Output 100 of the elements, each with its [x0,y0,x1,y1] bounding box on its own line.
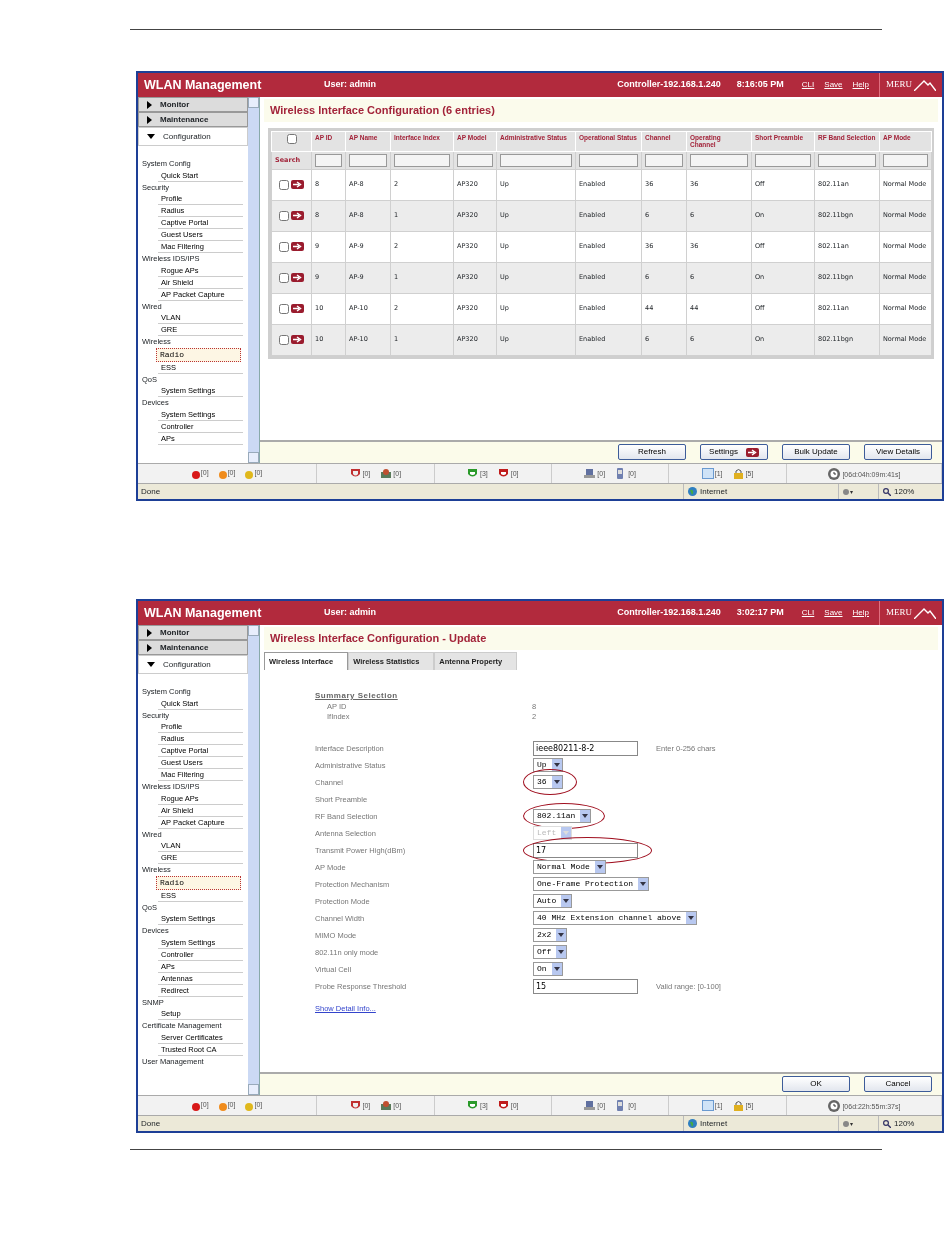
user-label: User: admin [324,606,377,620]
shield-check-icon [466,1100,479,1111]
search-field[interactable] [349,153,387,167]
menu-bar[interactable]: Maintenance [138,640,248,655]
lock-icon [732,468,745,479]
menu-bar[interactable]: Configuration [138,655,248,674]
row-checkbox[interactable] [279,210,289,221]
time-label: 3:02:17 PM [736,606,784,620]
text-field[interactable]: ieee80211-8-2 [533,740,638,756]
dropdown-arrow-icon [563,899,570,904]
row-checkbox[interactable] [279,241,289,252]
row-checkbox[interactable] [279,303,289,314]
zoom-level[interactable]: 120% [894,1117,915,1130]
dropdown-arrow-icon [640,882,646,887]
nav-item[interactable]: Radio [156,347,241,362]
nav-item[interactable]: Radio [156,875,241,890]
shield-icon [349,468,362,479]
search-field[interactable] [755,153,811,167]
search-field[interactable] [645,153,683,167]
logo-text: MERU [886,606,912,620]
globe-icon [688,1119,697,1128]
status-text: Done [140,485,162,498]
status-text: Done [140,1117,162,1130]
action-button[interactable]: View Details [864,444,932,460]
search-field[interactable] [883,153,928,167]
shield-alert-icon [497,468,510,479]
dropdown[interactable]: 2x2 [533,928,568,943]
mountain-icon [914,79,936,91]
page-title: Wireless Interface Configuration (6 entries) [264,99,938,122]
select-all-checkbox[interactable] [286,133,297,144]
dropdown-arrow-icon [553,763,560,768]
search-field[interactable] [500,153,572,167]
action-button[interactable]: Cancel [864,1076,932,1092]
search-field[interactable] [818,153,876,167]
dropdown-arrow-icon [582,814,589,819]
app-title: WLAN Management [143,76,263,94]
row-arrow-button[interactable] [291,335,304,344]
clock-icon [827,1098,842,1113]
header-link[interactable]: Help [852,607,869,619]
globe-icon [688,487,697,496]
row-arrow-button[interactable] [291,304,304,313]
zoom-icon [883,1119,891,1128]
zoom-level[interactable]: 120% [894,485,915,498]
search-field[interactable] [394,153,450,167]
dropdown[interactable]: 40 MHz Extension channel above [533,911,698,926]
action-button[interactable]: Refresh [618,444,686,460]
dropdown[interactable]: One-Frame Protection [533,877,649,892]
arrow-icon [745,447,759,457]
search-field[interactable] [457,153,493,167]
dropdown[interactable]: 36 [533,775,563,790]
dropdown[interactable]: On [533,962,563,977]
row-checkbox[interactable] [279,272,289,283]
search-field[interactable] [315,153,342,167]
dropdown-arrow-icon [558,933,565,938]
header-link[interactable]: Help [852,79,869,91]
dropdown-arrow-icon [553,780,560,785]
row-arrow-button[interactable] [291,211,304,220]
text-field[interactable]: 17 [533,842,638,858]
zoom-icon [883,487,891,496]
controller-label: Controller-192.168.1.240 [617,78,721,92]
menu-bar[interactable]: Monitor [138,97,248,112]
action-button[interactable]: Settings [700,444,768,460]
security-icon [843,487,853,496]
dropdown-arrow-icon [563,831,570,836]
zone-text: Internet [700,485,728,498]
lock-icon [732,1100,745,1111]
dropdown-arrow-icon [688,916,695,921]
search-field[interactable] [579,153,638,167]
dropdown[interactable]: Off [533,945,568,960]
row-arrow-button[interactable] [291,242,304,251]
security-icon [843,1119,853,1128]
menu-bar[interactable]: Monitor [138,625,248,640]
menu-bar[interactable]: Maintenance [138,112,248,127]
scrollbar[interactable] [248,625,259,1095]
menu-bar[interactable]: Configuration [138,127,248,146]
user-label: User: admin [324,78,377,92]
clock-icon [827,466,842,481]
controller-label: Controller-192.168.1.240 [617,606,721,620]
network-device-icon [380,468,393,479]
page-title: Wireless Interface Configuration - Update [264,627,938,650]
row-arrow-button[interactable] [291,273,304,282]
dropdown-arrow-icon [596,865,603,870]
action-button[interactable]: Bulk Update [782,444,850,460]
search-field[interactable] [690,153,748,167]
row-checkbox[interactable] [279,179,289,190]
scrollbar[interactable] [248,97,259,463]
row-arrow-button[interactable] [291,180,304,189]
text-field[interactable]: 15 [533,978,638,994]
header-link[interactable]: CLI [801,79,815,91]
dropdown[interactable]: 802.11an [533,809,592,824]
action-button[interactable]: OK [782,1076,850,1092]
dropdown[interactable]: Up [533,758,563,773]
header-link[interactable]: Save [824,79,843,91]
header-link[interactable]: CLI [801,607,815,619]
row-checkbox[interactable] [279,334,289,345]
dropdown[interactable]: Normal Mode [533,860,606,875]
dropdown: Left [533,826,573,841]
dropdown[interactable]: Auto [533,894,573,909]
header-link[interactable]: Save [824,607,843,619]
app-title: WLAN Management [143,604,263,622]
